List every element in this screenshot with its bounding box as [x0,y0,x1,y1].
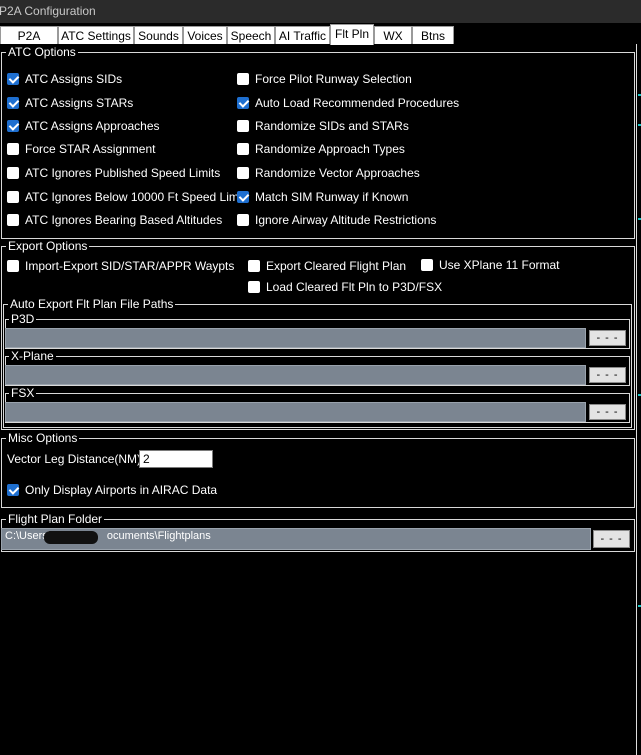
randomize-vector-approaches-checkbox[interactable]: Randomize Vector Approaches [237,165,420,181]
checkbox-label: Match SIM Runway if Known [255,190,409,204]
checkbox-label: ATC Assigns STARs [25,96,134,110]
tab-btns[interactable]: Btns [412,26,454,44]
atc-assigns-approaches-checkbox[interactable]: ATC Assigns Approaches [7,118,160,134]
checkbox-label: Export Cleared Flight Plan [266,259,407,273]
checkbox-label: Auto Load Recommended Procedures [255,96,460,110]
checkbox-box[interactable] [237,120,249,132]
xplane-legend: X-Plane [9,349,56,363]
fsx-browse-button[interactable]: - - - [589,404,626,420]
atc-options-legend: ATC Options [6,45,78,59]
checkbox-label: Randomize SIDs and STARs [255,119,409,133]
checkbox-label: Use XPlane 11 Format [439,258,560,272]
vector-leg-label: Vector Leg Distance(NM): [7,452,145,466]
p3d-legend: P3D [9,312,37,326]
randomize-sids-stars-checkbox[interactable]: Randomize SIDs and STARs [237,118,409,134]
vector-leg-input[interactable]: 2 [139,450,213,468]
tab-atc-settings[interactable]: ATC Settings [58,26,134,44]
checkbox-box[interactable] [7,120,19,132]
xplane-path-field[interactable] [5,365,586,385]
ignore-airway-altitude-checkbox[interactable]: Ignore Airway Altitude Restrictions [237,212,436,228]
airac-airports-checkbox[interactable]: Only Display Airports in AIRAC Data [7,482,217,498]
atc-assigns-sids-checkbox[interactable]: ATC Assigns SIDs [7,71,122,87]
checkbox-box[interactable] [7,191,19,203]
force-pilot-runway-checkbox[interactable]: Force Pilot Runway Selection [237,71,412,87]
randomize-approach-types-checkbox[interactable]: Randomize Approach Types [237,141,405,157]
checkbox-box[interactable] [237,143,249,155]
tab-sounds[interactable]: Sounds [134,26,183,44]
fsx-legend: FSX [9,386,37,400]
checkbox-label: Randomize Approach Types [255,142,405,156]
checkbox-box[interactable] [7,214,19,226]
checkbox-label: Import-Export SID/STAR/APPR Waypts [25,259,235,273]
checkbox-label: Load Cleared Flt Pln to P3D/FSX [266,280,443,294]
export-cleared-plan-checkbox[interactable]: Export Cleared Flight Plan [248,258,406,274]
auto-load-procedures-checkbox[interactable]: Auto Load Recommended Procedures [237,95,459,111]
checkbox-box[interactable] [237,73,249,85]
checkbox-label: Force STAR Assignment [25,142,156,156]
tab-p2a-setup[interactable]: P2A Setup [0,26,58,61]
tab-wx[interactable]: WX [374,26,412,44]
tab-speech[interactable]: Speech [227,26,275,44]
xplane-browse-button[interactable]: - - - [589,367,626,383]
auto-export-legend: Auto Export Flt Plan File Paths [8,297,176,311]
flight-plan-folder-legend: Flight Plan Folder [6,512,105,526]
checkbox-label: Only Display Airports in AIRAC Data [25,483,218,497]
checkbox-box[interactable] [7,484,19,496]
checkbox-box[interactable] [421,259,433,271]
checkbox-box[interactable] [237,97,249,109]
import-export-waypts-checkbox[interactable]: Import-Export SID/STAR/APPR Waypts [7,258,234,274]
export-options-legend: Export Options [6,239,90,253]
ignore-below-10000-speed-limit-checkbox[interactable]: ATC Ignores Below 10000 Ft Speed Limit [7,189,245,205]
checkbox-label: Ignore Airway Altitude Restrictions [255,213,437,227]
checkbox-box[interactable] [237,191,249,203]
ignore-published-speed-limits-checkbox[interactable]: ATC Ignores Published Speed Limits [7,165,220,181]
tab-flt-pln[interactable]: Flt Pln [330,24,374,45]
atc-assigns-stars-checkbox[interactable]: ATC Assigns STARs [7,95,133,111]
flight-plan-folder-browse-button[interactable]: - - - [593,530,630,548]
fsx-path-field[interactable] [5,402,586,422]
checkbox-box[interactable] [7,97,19,109]
checkbox-box[interactable] [7,260,19,272]
checkbox-box[interactable] [7,73,19,85]
checkbox-label: ATC Ignores Published Speed Limits [25,166,221,180]
checkbox-label: Force Pilot Runway Selection [255,72,412,86]
window-title: P2A Configuration [0,4,96,18]
checkbox-box[interactable] [248,281,260,293]
checkbox-box[interactable] [237,214,249,226]
title-bar: P2A Configuration [0,0,641,23]
force-star-assignment-checkbox[interactable]: Force STAR Assignment [7,141,156,157]
match-sim-runway-checkbox[interactable]: Match SIM Runway if Known [237,189,408,205]
use-xplane11-format-checkbox[interactable]: Use XPlane 11 Format [421,257,560,273]
checkbox-label: ATC Ignores Below 10000 Ft Speed Limit [25,190,245,204]
redaction-mark [44,531,98,544]
checkbox-box[interactable] [237,167,249,179]
checkbox-box[interactable] [7,143,19,155]
window-edge [636,44,637,755]
misc-options-legend: Misc Options [6,431,80,445]
checkbox-label: ATC Ignores Bearing Based Altitudes [25,213,223,227]
tab-voices[interactable]: Voices [183,26,227,44]
checkbox-box[interactable] [248,260,260,272]
tab-ai-traffic[interactable]: AI Traffic [275,26,330,44]
p3d-path-field[interactable] [5,328,586,348]
checkbox-label: Randomize Vector Approaches [255,166,420,180]
load-cleared-plan-checkbox[interactable]: Load Cleared Flt Pln to P3D/FSX [248,279,442,295]
folder-path-end: ocuments\Flightplans [106,530,211,542]
checkbox-label: ATC Assigns Approaches [25,119,160,133]
checkbox-box[interactable] [7,167,19,179]
ignore-bearing-altitudes-checkbox[interactable]: ATC Ignores Bearing Based Altitudes [7,212,222,228]
checkbox-label: ATC Assigns SIDs [25,72,123,86]
p3d-browse-button[interactable]: - - - [589,330,626,346]
